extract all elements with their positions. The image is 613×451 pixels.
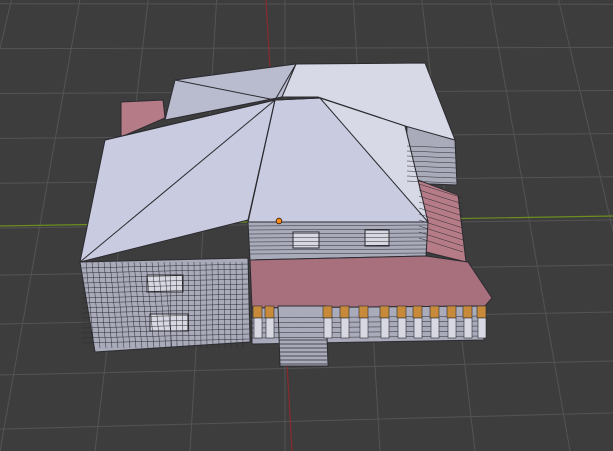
- porch-pillar[interactable]: [359, 317, 369, 339]
- window-left-upper[interactable]: [146, 274, 184, 293]
- house-mesh[interactable]: [79, 62, 493, 367]
- 3d-viewport[interactable]: [0, 0, 613, 451]
- porch-pillar[interactable]: [397, 317, 407, 339]
- pillar-cap[interactable]: [379, 305, 390, 319]
- pillar-cap[interactable]: [412, 305, 423, 319]
- pillar-cap[interactable]: [339, 305, 350, 319]
- porch-pillar[interactable]: [463, 317, 473, 339]
- porch-floor[interactable]: [249, 255, 493, 309]
- grid-line: [558, 0, 613, 233]
- pillar-cap[interactable]: [429, 305, 440, 319]
- pillar-cap[interactable]: [476, 305, 487, 319]
- window-right-upper[interactable]: [364, 229, 390, 247]
- pillar-cap[interactable]: [358, 305, 369, 319]
- pillar-cap[interactable]: [462, 305, 473, 319]
- porch-pillar[interactable]: [447, 317, 457, 339]
- porch-pillar[interactable]: [265, 317, 275, 339]
- porch-pillar[interactable]: [430, 317, 440, 339]
- porch-pillar[interactable]: [413, 317, 423, 339]
- pillar-cap[interactable]: [322, 305, 333, 319]
- porch-pillar[interactable]: [323, 317, 333, 339]
- porch-pillar[interactable]: [253, 317, 263, 339]
- grid-line: [489, 0, 571, 451]
- object-origin-point[interactable]: [275, 217, 283, 225]
- grid-line: [0, 412, 613, 430]
- porch-pillar[interactable]: [380, 317, 390, 339]
- pillar-cap[interactable]: [396, 305, 407, 319]
- pillar-cap[interactable]: [264, 305, 275, 319]
- pillar-cap[interactable]: [252, 305, 263, 319]
- scene-canvas[interactable]: [0, 0, 613, 451]
- grid-line: [0, 46, 613, 50]
- front-steps[interactable]: [277, 305, 329, 367]
- porch-pillar[interactable]: [340, 317, 350, 339]
- pillar-cap[interactable]: [446, 305, 457, 319]
- porch-pillar[interactable]: [477, 317, 487, 339]
